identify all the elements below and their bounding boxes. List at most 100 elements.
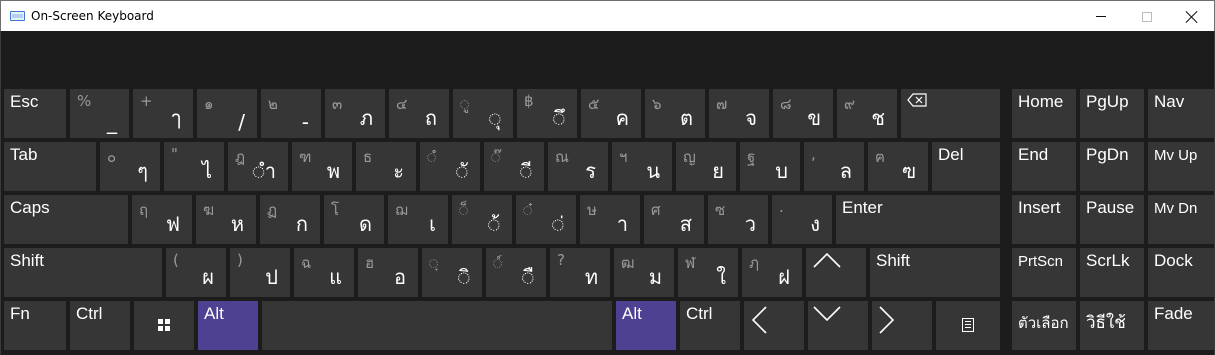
key-context-menu[interactable] [936,301,1000,350]
key-shift-char: ฎ [235,148,246,166]
key-scroll-lock[interactable]: ScrLk [1080,248,1144,297]
key-base-char: ๅ [171,106,181,130]
key-char[interactable]: ศส [644,195,704,244]
close-button[interactable] [1169,1,1215,32]
key-shift-char: ญ [683,148,696,166]
key-right-alt[interactable]: Alt [616,301,676,350]
key-char[interactable]: ฒม [614,248,674,297]
key-shift-char: ฯ [619,148,628,166]
key-char[interactable]: ๐ๆ [100,142,160,191]
key-char[interactable]: .ง [772,195,832,244]
key-char[interactable]: ๑/ [197,89,257,138]
key-char[interactable]: ๘ข [773,89,833,138]
key-right-arrow[interactable] [872,301,932,350]
key-label: Insert [1018,198,1061,217]
key-char[interactable]: ฤฟ [132,195,192,244]
key-page-down[interactable]: PgDn [1080,142,1144,191]
key-caps-lock[interactable]: Caps [4,195,128,244]
key-char[interactable]: ษา [580,195,640,244]
key-char[interactable]: ◌ู ◌ุ [453,89,513,138]
key-esc[interactable]: Esc [4,89,66,138]
key-char[interactable]: ฯน [612,142,672,191]
key-label: Shift [876,251,911,270]
key-char[interactable]: ธะ [356,142,416,191]
key-char[interactable]: ฉแ [294,248,354,297]
key-char[interactable]: ฅฃ [868,142,928,191]
key-base-char: า [616,212,628,236]
key-char[interactable]: ๙ช [837,89,897,138]
key-char[interactable]: ฎ ◌ำ [228,142,288,191]
key-char[interactable]: " ไ [164,142,224,191]
key-char[interactable]: ซว [708,195,768,244]
key-char[interactable]: + ๅ [133,89,193,138]
key-left-arrow[interactable] [744,301,804,350]
key-char[interactable]: ◌์ ◌ื [486,248,546,297]
minimize-button[interactable] [1078,1,1124,32]
minimize-icon [1096,16,1106,17]
key-pause[interactable]: Pause [1080,195,1144,244]
key-right-shift[interactable]: Shift [870,248,1000,297]
key-char[interactable]: โด [324,195,384,244]
key-char[interactable]: ฏก [260,195,320,244]
key-char[interactable]: ฌเ [388,195,448,244]
key-shift-char: ฦ [749,254,759,272]
key-label: Enter [842,198,883,217]
key-char[interactable]: ◌๊ ◌ี [484,142,544,191]
key-char[interactable]: ๗จ [709,89,769,138]
key-char[interactable]: ๒- [261,89,321,138]
key-dock[interactable]: Dock [1148,248,1214,297]
down-arrow-icon [813,306,841,322]
key-char[interactable]: ◌๋ ◌่ [516,195,576,244]
key-char[interactable]: % _ [70,89,129,138]
key-left-alt[interactable]: Alt [198,301,258,350]
key-char[interactable]: ◌ฺ ◌ิ [422,248,482,297]
key-move-down[interactable]: Mv Dn [1148,195,1214,244]
key-help[interactable]: วิธีใช้ [1080,301,1144,350]
key-delete[interactable]: Del [932,142,1000,191]
key-down-arrow[interactable] [808,301,868,350]
key-base-char: ม [648,265,662,289]
key-shift-char: ฐ [747,148,756,166]
key-end[interactable]: End [1012,142,1076,191]
key-char[interactable]: ๖ต [645,89,705,138]
key-left-shift[interactable]: Shift [4,248,162,297]
key-char[interactable]: (ผ [166,248,226,297]
key-base-char: / [238,110,245,134]
key-char[interactable]: ญย [676,142,736,191]
key-left-ctrl[interactable]: Ctrl [70,301,130,350]
key-fn[interactable]: Fn [4,301,66,350]
key-char[interactable]: ฐบ [740,142,800,191]
key-options[interactable]: ตัวเลือก [1012,301,1076,350]
key-print-screen[interactable]: PrtScn [1012,248,1076,297]
key-move-up[interactable]: Mv Up [1148,142,1214,191]
key-char[interactable]: ๕ค [581,89,641,138]
key-home[interactable]: Home [1012,89,1076,138]
key-page-up[interactable]: PgUp [1080,89,1144,138]
key-shift-char: ษ [587,201,597,219]
key-up-arrow[interactable] [806,248,866,297]
key-char[interactable]: ◌ํ ◌ั [420,142,480,191]
key-char[interactable]: ฆห [196,195,256,244]
key-windows[interactable] [134,301,194,350]
key-char[interactable]: ) ป [230,248,290,297]
key-char[interactable]: ฦฝ [742,248,802,297]
key-char[interactable]: ,ล [804,142,864,191]
key-backspace[interactable] [901,89,1000,138]
key-base-char: ภ [359,106,373,130]
key-char[interactable]: ฿ ◌ึ [517,89,577,138]
key-right-ctrl[interactable]: Ctrl [680,301,740,350]
key-char[interactable]: ฑพ [292,142,352,191]
key-enter[interactable]: Enter [836,195,1000,244]
key-space[interactable] [262,301,612,350]
key-char[interactable]: ๓ภ [325,89,385,138]
key-char[interactable]: ฬใ [678,248,738,297]
key-fade[interactable]: Fade [1148,301,1214,350]
key-char[interactable]: ๔ถ [389,89,449,138]
key-char[interactable]: ณร [548,142,608,191]
key-char[interactable]: ฮอ [358,248,418,297]
key-char[interactable]: ? ท [550,248,610,297]
key-tab[interactable]: Tab [4,142,96,191]
key-char[interactable]: ◌็ ◌้ [452,195,512,244]
key-insert[interactable]: Insert [1012,195,1076,244]
key-nav[interactable]: Nav [1148,89,1214,138]
